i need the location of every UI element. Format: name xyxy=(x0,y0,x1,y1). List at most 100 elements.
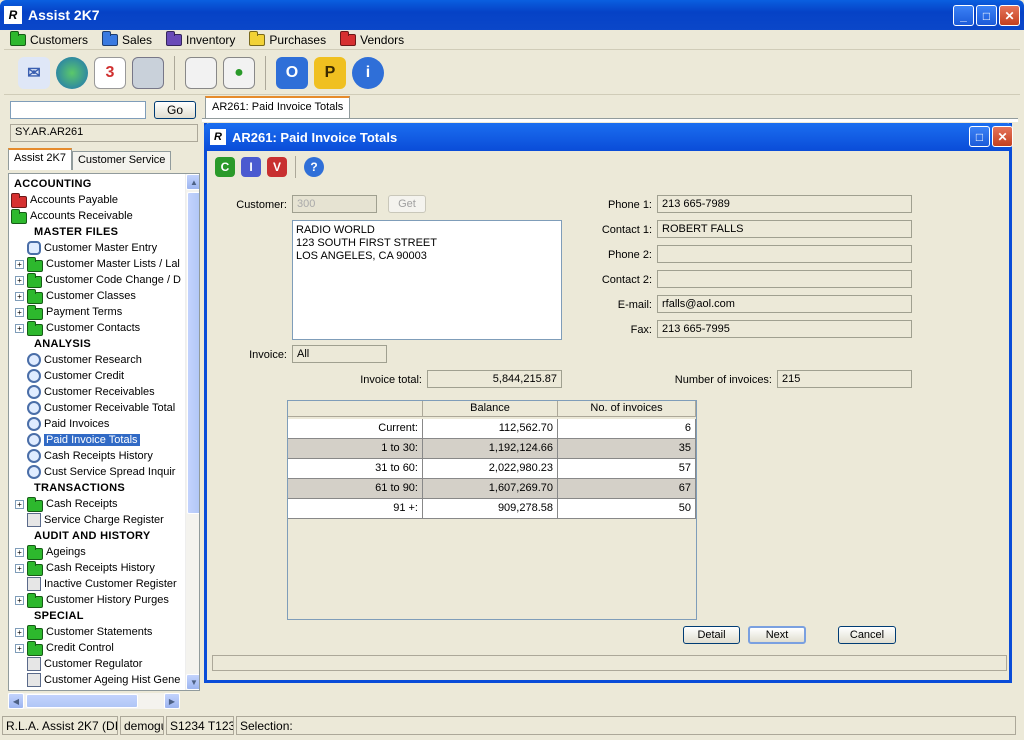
calendar-icon[interactable]: 3 xyxy=(94,56,126,89)
table-cell-balance: 909,278.58 xyxy=(423,499,558,519)
scroll-right-icon[interactable]: ▶ xyxy=(164,693,180,709)
expand-icon[interactable]: + xyxy=(15,547,24,557)
help-icon[interactable]: ? xyxy=(304,157,324,177)
maximize-button[interactable]: □ xyxy=(976,5,997,26)
tree-item[interactable]: Paid Invoices xyxy=(11,416,181,432)
expand-icon[interactable]: + xyxy=(15,563,24,573)
tree-item[interactable]: Customer Regulator xyxy=(11,656,181,672)
tree-item[interactable]: Service Charge Register xyxy=(11,512,181,528)
tree-item[interactable]: + Customer History Purges xyxy=(11,592,181,608)
expand-icon[interactable]: + xyxy=(15,499,24,509)
mail-icon[interactable]: ✉ xyxy=(18,56,50,89)
tab-ar261[interactable]: AR261: Paid Invoice Totals xyxy=(205,96,351,118)
tree-item[interactable]: Customer Research xyxy=(11,352,181,368)
tree-item[interactable]: + Customer Master Lists / Lal xyxy=(11,256,181,272)
tree-item[interactable]: + Cash Receipts xyxy=(11,496,181,512)
expand-icon[interactable]: + xyxy=(15,643,24,653)
table-row[interactable]: 61 to 90: 1,607,269.70 67 xyxy=(288,479,696,499)
tree-item-label: Payment Terms xyxy=(46,306,123,318)
horizontal-scroll-thumb[interactable] xyxy=(26,694,138,708)
v-icon[interactable]: V xyxy=(267,157,287,177)
phone2-field[interactable] xyxy=(657,245,912,263)
table-row[interactable]: 31 to 60: 2,022,980.23 57 xyxy=(288,459,696,479)
tree-item[interactable]: + Cash Receipts History xyxy=(11,560,181,576)
fax-field[interactable]: 213 665-7995 xyxy=(657,320,912,338)
contact2-field[interactable] xyxy=(657,270,912,288)
inner-maximize-button[interactable]: □ xyxy=(969,126,990,147)
customer-field[interactable]: 300 xyxy=(292,195,377,213)
tree-section-header: MASTER FILES xyxy=(11,224,181,240)
email-field[interactable]: rfalls@aol.com xyxy=(657,295,912,313)
invoice-field[interactable]: All xyxy=(292,345,387,363)
info-icon[interactable]: i xyxy=(352,56,384,89)
tree-item[interactable]: + Customer Statements xyxy=(11,624,181,640)
tree-item[interactable]: + Customer Classes xyxy=(11,288,181,304)
expand-icon[interactable]: + xyxy=(15,259,24,269)
tree-item[interactable]: + Ageings xyxy=(11,544,181,560)
expand-icon[interactable]: + xyxy=(15,275,24,285)
expand-icon[interactable]: + xyxy=(15,627,24,637)
scroll-up-icon[interactable]: ▲ xyxy=(186,174,199,190)
i-icon[interactable]: I xyxy=(241,157,261,177)
go-button[interactable]: Go xyxy=(154,101,196,119)
get-button[interactable]: Get xyxy=(388,195,426,213)
totals-table: Balance No. of invoices Current: 112,562.… xyxy=(287,400,697,620)
tree-item[interactable]: Customer Master Entry xyxy=(11,240,181,256)
menu-item-sales[interactable]: Sales xyxy=(102,30,152,47)
tree-item-label: Cust Service Spread Inquir xyxy=(44,466,176,478)
tab-assist-2k7[interactable]: Assist 2K7 xyxy=(8,148,72,170)
inner-close-button[interactable]: ✕ xyxy=(992,126,1013,147)
p-icon[interactable]: P xyxy=(314,56,346,89)
globe-icon[interactable] xyxy=(56,56,88,89)
status-selection: Selection: xyxy=(236,716,1016,735)
outlook-icon[interactable]: O xyxy=(276,56,308,89)
tree-item[interactable]: Accounts Receivable xyxy=(11,208,181,224)
menu-item-inventory[interactable]: Inventory xyxy=(166,30,235,47)
scroll-left-icon[interactable]: ◀ xyxy=(8,693,24,709)
search-input[interactable] xyxy=(10,101,146,119)
tree-item[interactable]: Customer Ageing Hist Gene xyxy=(11,672,181,688)
tree-horizontal-scrollbar[interactable]: ◀ ▶ xyxy=(8,693,180,709)
close-button[interactable]: ✕ xyxy=(999,5,1020,26)
scroll-down-icon[interactable]: ▼ xyxy=(186,674,199,690)
tree-item[interactable]: Customer Receivables xyxy=(11,384,181,400)
calculator-icon[interactable] xyxy=(132,56,164,89)
minimize-button[interactable]: _ xyxy=(953,5,974,26)
inner-window: R AR261: Paid Invoice Totals □ ✕ C I V? Cu… xyxy=(204,123,1013,683)
tab-customer-service[interactable]: Customer Service xyxy=(71,151,172,170)
tree-item[interactable]: Accounts Payable xyxy=(11,192,181,208)
tree-item[interactable]: + Customer Contacts xyxy=(11,320,181,336)
tree-item[interactable]: + Credit Control xyxy=(11,640,181,656)
cancel-button[interactable]: Cancel xyxy=(838,626,896,644)
expand-icon[interactable]: + xyxy=(15,307,24,317)
report-icon[interactable] xyxy=(185,56,217,89)
table-row[interactable]: 1 to 30: 1,192,124.66 35 xyxy=(288,439,696,459)
tree-item[interactable]: + Payment Terms xyxy=(11,304,181,320)
tree-vertical-scrollbar[interactable]: ▲ ▼ xyxy=(185,174,199,690)
main-toolbar: ✉ 3 ● O P i xyxy=(4,51,1020,95)
next-button[interactable]: Next xyxy=(748,626,806,644)
tree-item[interactable]: Cust Service Spread Inquir xyxy=(11,464,181,480)
expand-icon[interactable]: + xyxy=(15,323,24,333)
inner-window-title-bar: R AR261: Paid Invoice Totals □ ✕ xyxy=(204,123,1013,151)
contact1-field[interactable]: ROBERT FALLS xyxy=(657,220,912,238)
table-row[interactable]: 91 +: 909,278.58 50 xyxy=(288,499,696,519)
tree-item[interactable]: Customer Credit xyxy=(11,368,181,384)
tree-item[interactable]: Paid Invoice Totals xyxy=(11,432,181,448)
table-row[interactable]: Current: 112,562.70 6 xyxy=(288,419,696,439)
menu-item-vendors[interactable]: Vendors xyxy=(340,30,404,47)
tree-item[interactable]: Inactive Customer Register xyxy=(11,576,181,592)
tree-item[interactable]: Customer Receivable Total xyxy=(11,400,181,416)
chart-report-icon[interactable]: ● xyxy=(223,56,255,89)
tree-item[interactable]: Cash Receipts History xyxy=(11,448,181,464)
expand-icon[interactable]: + xyxy=(15,595,24,605)
menu-item-customers[interactable]: Customers xyxy=(10,30,88,47)
email-label: E-mail: xyxy=(617,299,652,311)
menu-item-purchases[interactable]: Purchases xyxy=(249,30,326,47)
expand-icon[interactable]: + xyxy=(15,291,24,301)
tree-item[interactable]: + Customer Code Change / D xyxy=(11,272,181,288)
scroll-thumb[interactable] xyxy=(187,192,199,514)
detail-button[interactable]: Detail xyxy=(683,626,740,644)
c-icon[interactable]: C xyxy=(215,157,235,177)
phone1-field[interactable]: 213 665-7989 xyxy=(657,195,912,213)
